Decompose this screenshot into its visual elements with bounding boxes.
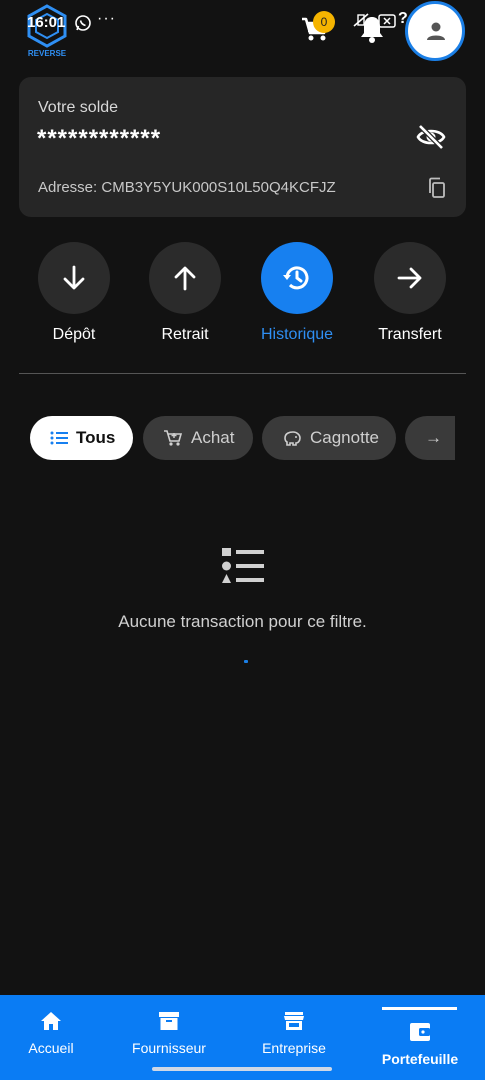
- eye-off-icon[interactable]: [416, 124, 446, 150]
- home-icon: [41, 1012, 61, 1030]
- history-label: Historique: [260, 326, 334, 343]
- wallet-address: Adresse: CMB3Y5YUK000S10L50Q4KCFJZ: [38, 179, 336, 196]
- no-signal-icon: [378, 14, 396, 28]
- filter-chip-kitty[interactable]: Cagnotte: [262, 416, 396, 460]
- system-home-indicator[interactable]: [152, 1067, 332, 1071]
- user-icon: [427, 22, 445, 40]
- arrow-right-icon: [397, 267, 422, 289]
- svg-text:REVERSE: REVERSE: [28, 49, 67, 58]
- deposit-circle[interactable]: [38, 242, 110, 314]
- withdraw-button[interactable]: Retrait: [135, 242, 235, 344]
- vibrate-off-icon: [353, 13, 369, 27]
- cart-icon: [164, 430, 183, 446]
- empty-state-message: Aucune transaction pour ce filtre.: [118, 612, 367, 631]
- history-icon: [283, 266, 309, 290]
- section-divider: [19, 373, 466, 374]
- filter-chip-all-label: Tous: [76, 428, 116, 447]
- more-notifications-icon: ···: [97, 10, 116, 27]
- profile-avatar-button[interactable]: [405, 1, 465, 61]
- wallet-icon: [410, 1023, 430, 1041]
- filter-chips: Tous Achat Cagnotte →: [30, 416, 455, 460]
- filter-chip-purchase-label: Achat: [191, 428, 235, 447]
- deposit-button[interactable]: Dépôt: [24, 242, 124, 344]
- nav-item-home[interactable]: Accueil: [5, 995, 97, 1080]
- arrow-down-icon: [63, 265, 85, 290]
- storefront-icon: [284, 1012, 304, 1030]
- nav-item-home-label: Accueil: [28, 1040, 74, 1056]
- cart-count-badge: 0: [313, 11, 335, 33]
- transfer-button[interactable]: Transfert: [360, 242, 460, 344]
- status-time: 16:01: [27, 14, 66, 31]
- balance-card: Votre solde ************ Adresse: CMB3Y5…: [19, 77, 466, 217]
- reverse-logo: REVERSE: [27, 4, 67, 58]
- balance-value: ************: [37, 125, 162, 152]
- deposit-label: Dépôt: [52, 326, 96, 343]
- transfer-circle[interactable]: [374, 242, 446, 314]
- withdraw-circle[interactable]: [149, 242, 221, 314]
- nav-item-supplier-label: Fournisseur: [132, 1040, 206, 1056]
- filter-chip-all[interactable]: Tous: [30, 416, 133, 460]
- piggy-bank-icon: [284, 431, 301, 446]
- status-bar: REVERSE 16:01 ··· 0 ?: [0, 0, 485, 64]
- nav-item-company-label: Entreprise: [262, 1040, 326, 1056]
- history-button[interactable]: Historique: [247, 242, 347, 344]
- whatsapp-icon: [75, 15, 91, 31]
- filter-chip-purchase[interactable]: Achat: [143, 416, 253, 460]
- filter-chip-kitty-label: Cagnotte: [310, 428, 379, 447]
- history-circle[interactable]: [261, 242, 333, 314]
- arrow-up-icon: [174, 266, 196, 291]
- filter-chip-transfer[interactable]: →: [405, 416, 455, 460]
- nav-item-wallet-label: Portefeuille: [381, 1051, 459, 1067]
- balance-label: Votre solde: [38, 99, 119, 116]
- loading-indicator: [244, 660, 248, 663]
- nav-item-wallet[interactable]: Portefeuille: [375, 995, 465, 1080]
- withdraw-label: Retrait: [161, 326, 209, 343]
- list-icon: [50, 431, 68, 445]
- transfer-label: Transfert: [378, 326, 442, 343]
- archive-box-icon: [159, 1012, 179, 1030]
- empty-list-icon: [222, 548, 264, 583]
- copy-icon[interactable]: [427, 177, 447, 199]
- filter-chip-transfer-label: →: [425, 428, 442, 447]
